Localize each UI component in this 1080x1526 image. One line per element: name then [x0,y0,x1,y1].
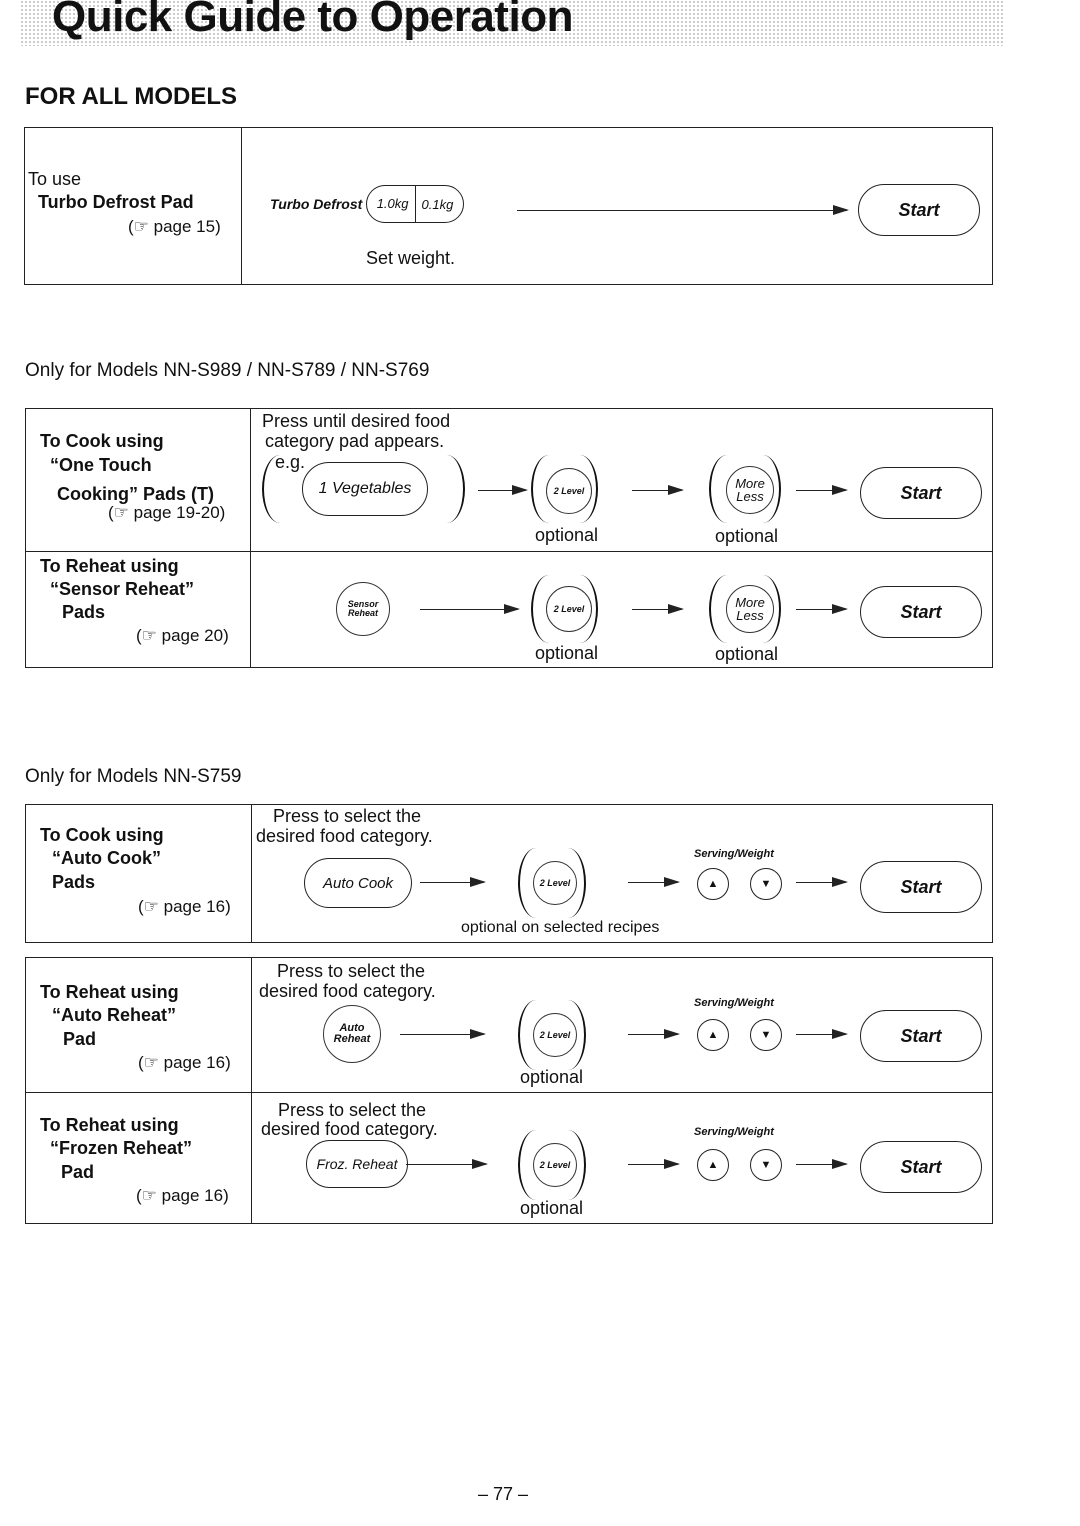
turbo-defrost-pad[interactable]: 1.0kg 0.1kg [366,185,464,223]
divider [25,1092,992,1093]
start-button[interactable]: Start [860,586,982,638]
divider [251,804,252,942]
start-button[interactable]: Start [860,1141,982,1193]
instruction: desired food category. [261,1119,438,1139]
optional-note: optional [715,526,779,546]
divider [251,957,252,1223]
vegetables-pad[interactable]: 1 Vegetables [302,462,428,516]
row-label: To Reheat using [40,982,179,1002]
row-label: “One Touch [50,455,152,475]
serving-weight-label: Serving/Weight [694,1126,774,1138]
arrow-icon [796,1029,848,1039]
arrow-icon [478,485,528,495]
row-label: To Cook using [40,825,164,845]
pad-label: Reheat [333,1033,371,1045]
weight-0-1kg: 0.1kg [421,196,454,212]
up-arrow-button[interactable]: ▲ [697,1149,729,1181]
auto-cook-pad[interactable]: Auto Cook [304,858,412,908]
weight-1kg: 1.0kg [377,186,416,222]
row-label: To Cook using [40,431,164,451]
arrow-icon [420,604,520,614]
instruction: Set weight. [366,248,456,268]
optional-note: optional [520,1198,584,1218]
up-arrow-button[interactable]: ▲ [697,868,729,900]
instruction: Press to select the [273,806,422,826]
arrow-icon [796,485,848,495]
serving-weight-label: Serving/Weight [694,997,774,1009]
up-arrow-button[interactable]: ▲ [697,1019,729,1051]
row-label: Pad [61,1162,95,1182]
optional-note: optional [535,525,599,545]
down-arrow-button[interactable]: ▼ [750,1149,782,1181]
page-title: Quick Guide to Operation [52,0,573,41]
page-ref: (☞ page 16) [138,1053,231,1072]
manual-page: Quick Guide to Operation FOR ALL MODELS … [0,0,1080,1526]
page-number: – 77 – [478,1484,529,1504]
start-button[interactable]: Start [860,1010,982,1062]
row-label: To Reheat using [40,1115,179,1135]
optional-note: optional on selected recipes [461,919,660,936]
row-label: “Sensor Reheat” [50,579,195,599]
page-ref: (☞ page 16) [136,1186,229,1205]
row-label: Pads [52,872,96,892]
instruction: category pad appears. [265,431,445,451]
arrow-icon [400,1029,486,1039]
turbo-defrost-label: Turbo Defrost [270,196,363,212]
arrow-icon [420,877,486,887]
row-label: “Frozen Reheat” [50,1138,193,1158]
optional-note: optional [715,644,779,664]
arrow-icon [406,1159,488,1169]
instruction: Press to select the [277,961,426,981]
start-button[interactable]: Start [858,184,980,236]
section-heading-all-models: FOR ALL MODELS [25,83,237,110]
down-arrow-button[interactable]: ▼ [750,1019,782,1051]
page-ref: (☞ page 15) [128,217,221,236]
start-button[interactable]: Start [860,861,982,913]
page-ref: (☞ page 20) [136,626,229,645]
arrow-icon [628,1159,680,1169]
row-label: Cooking” Pads (T) [57,484,214,504]
divider [25,551,992,552]
divider [250,408,251,667]
down-arrow-button[interactable]: ▼ [750,868,782,900]
row-label: “Auto Cook” [52,848,161,868]
page-ref: (☞ page 19-20) [108,503,226,522]
optional-note: optional [520,1067,584,1087]
row-label: Pads [62,602,106,622]
row-label: To Reheat using [40,556,179,576]
arrow-icon [796,877,848,887]
instruction: desired food category. [256,826,433,846]
row-label: “Auto Reheat” [52,1005,177,1025]
arrow-icon [628,1029,680,1039]
sensor-reheat-pad[interactable]: Sensor Reheat [336,582,390,636]
instruction: Press until desired food [262,411,451,431]
less-label: Less [736,489,764,504]
instruction: desired food category. [259,981,436,1001]
frozen-reheat-pad[interactable]: Froz. Reheat [306,1140,408,1188]
section-heading-s989: Only for Models NN-S989 / NN-S789 / NN-S… [25,360,430,381]
arrow-icon [796,604,848,614]
arrow-icon [632,485,684,495]
divider [241,127,242,284]
row-label: Turbo Defrost Pad [38,192,194,212]
section-heading-s759: Only for Models NN-S759 [25,766,242,787]
serving-weight-label: Serving/Weight [694,848,774,860]
row-label: To use [28,169,82,189]
start-button[interactable]: Start [860,467,982,519]
arrow-icon [632,604,684,614]
arrow-icon [796,1159,848,1169]
example-label: e.g. [275,452,306,472]
auto-reheat-pad[interactable]: Auto Reheat [323,1005,381,1063]
arrow-icon [628,877,680,887]
optional-note: optional [535,643,599,663]
page-ref: (☞ page 16) [138,897,231,916]
less-label: Less [736,608,764,623]
arrow-icon [517,205,849,215]
instruction: Press to select the [278,1100,427,1120]
pad-label: Reheat [347,608,378,618]
row-label: Pad [63,1029,97,1049]
